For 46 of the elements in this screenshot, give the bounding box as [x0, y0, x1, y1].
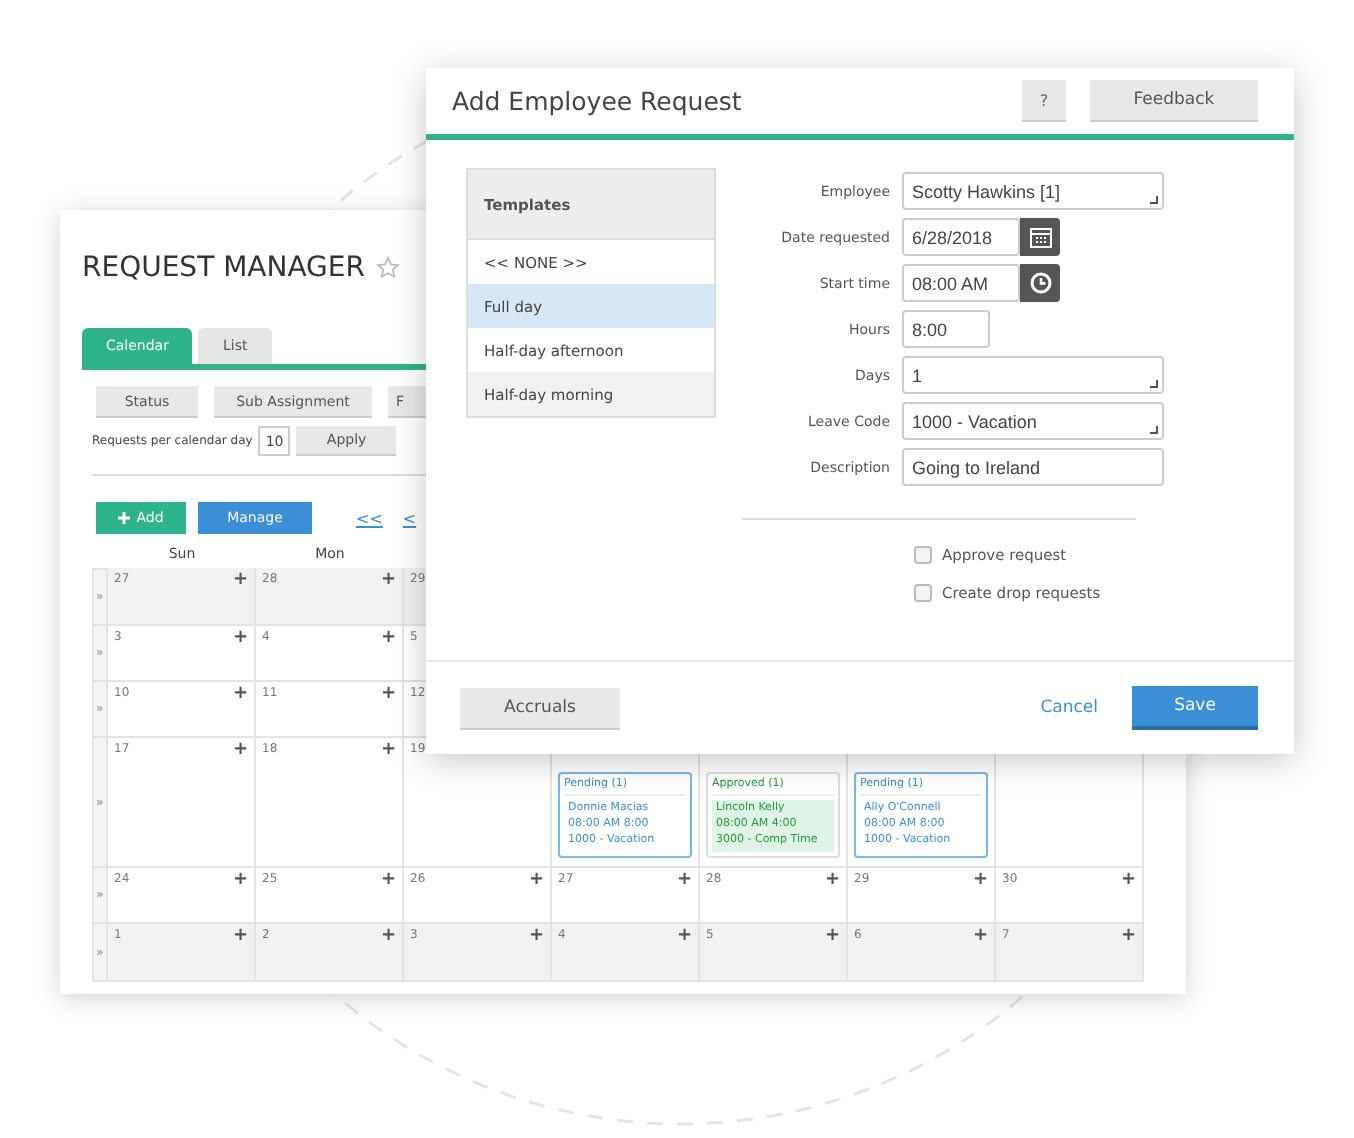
- add-day-button[interactable]: +: [380, 872, 396, 890]
- date-picker-button[interactable]: [1020, 218, 1060, 256]
- plus-icon: [118, 512, 131, 524]
- input-field[interactable]: 6/28/2018: [902, 218, 1020, 256]
- select-field[interactable]: 1000 - Vacation: [902, 402, 1164, 440]
- page-title: REQUEST MANAGER: [82, 252, 365, 284]
- add-day-button[interactable]: +: [1120, 928, 1136, 946]
- add-day-button[interactable]: +: [528, 928, 544, 946]
- add-day-button[interactable]: +: [232, 872, 248, 890]
- select-field[interactable]: Scotty Hawkins [1]: [902, 172, 1164, 210]
- add-day-button[interactable]: +: [1120, 872, 1136, 890]
- calendar-icon: [1029, 227, 1051, 247]
- add-day-button[interactable]: +: [972, 928, 988, 946]
- nav-link[interactable]: <<: [356, 509, 383, 527]
- add-day-button[interactable]: +: [232, 686, 248, 704]
- add-day-button[interactable]: +: [380, 686, 396, 704]
- add-day-button[interactable]: +: [380, 928, 396, 946]
- dialog-title: Add Employee Request: [452, 86, 744, 116]
- add-day-button[interactable]: +: [232, 572, 248, 590]
- cancel-link[interactable]: Cancel: [1040, 698, 1098, 718]
- save-button[interactable]: Save: [1132, 686, 1258, 730]
- add-day-button[interactable]: +: [824, 928, 840, 946]
- input-field[interactable]: Going to Ireland: [902, 448, 1164, 486]
- clock-icon: [1029, 272, 1051, 294]
- add-day-button[interactable]: +: [528, 872, 544, 890]
- nav-link[interactable]: <: [402, 509, 417, 527]
- add-day-button[interactable]: +: [972, 872, 988, 890]
- feedback-button[interactable]: Feedback: [1090, 80, 1258, 122]
- add-day-button[interactable]: +: [232, 742, 248, 760]
- add-day-button[interactable]: +: [380, 572, 396, 590]
- input-field[interactable]: 8:00: [902, 310, 990, 348]
- help-button[interactable]: ?: [1022, 80, 1066, 122]
- checkbox[interactable]: [914, 584, 932, 602]
- select-field[interactable]: 1: [902, 356, 1164, 394]
- add-day-button[interactable]: +: [232, 630, 248, 648]
- input-field[interactable]: 08:00 AM: [902, 264, 1020, 302]
- accruals-button[interactable]: Accruals: [460, 687, 620, 729]
- add-day-button[interactable]: +: [676, 872, 692, 890]
- add-day-button[interactable]: +: [824, 872, 840, 890]
- add-day-button[interactable]: +: [380, 742, 396, 760]
- checkbox[interactable]: [914, 546, 932, 564]
- add-day-button[interactable]: +: [380, 630, 396, 648]
- time-picker-button[interactable]: [1020, 264, 1060, 302]
- add-day-button[interactable]: +: [232, 928, 248, 946]
- star-icon[interactable]: [376, 256, 401, 280]
- add-day-button[interactable]: +: [676, 928, 692, 946]
